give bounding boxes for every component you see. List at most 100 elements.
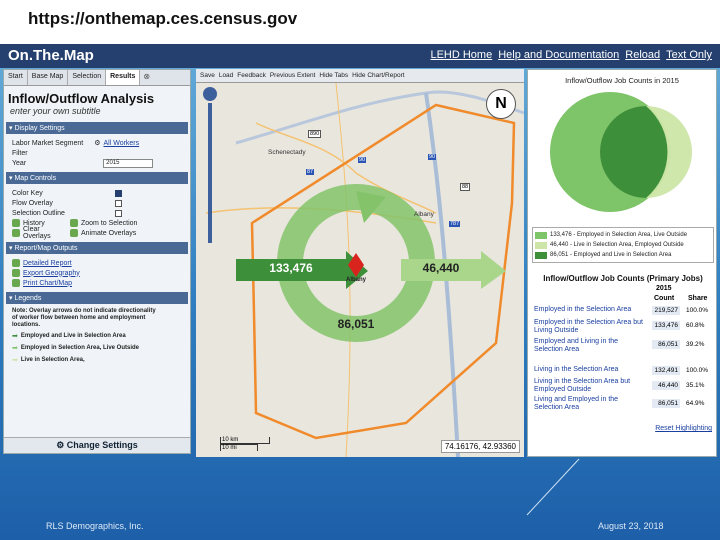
legends-body: Note: Overlay arrows do not indicate dir…: [4, 306, 190, 367]
table-row-label[interactable]: Living in the Selection Area: [534, 366, 644, 374]
inflow-label: 133,476: [269, 261, 313, 275]
table-row-label[interactable]: Employed and Living in the Selection Are…: [534, 338, 644, 354]
report-outputs-label: Report/Map Outputs: [14, 245, 78, 252]
clear-overlays-button[interactable]: Clear Overlays: [23, 226, 67, 240]
arrow-right-icon: ➡: [12, 357, 18, 364]
print-chart-link[interactable]: Print Chart/Map: [23, 280, 72, 287]
detailed-report-link[interactable]: Detailed Report: [23, 260, 72, 267]
zoom-slider[interactable]: [201, 87, 219, 245]
clear-icon: [12, 229, 20, 237]
map-controls-label: Map Controls: [14, 175, 57, 182]
road-shield: 87: [306, 169, 315, 175]
color-key-swatch[interactable]: [115, 189, 122, 197]
tab-start[interactable]: Start: [4, 70, 28, 85]
lehd-home-link[interactable]: LEHD Home: [430, 49, 492, 61]
decorative-line: [526, 458, 580, 516]
display-settings-header[interactable]: ▾ Display Settings: [6, 122, 188, 134]
table-row-count: 132,491: [652, 366, 680, 375]
filter-label: Filter: [12, 149, 28, 157]
url-banner: https://onthemap.ces.census.gov: [0, 0, 720, 44]
previous-extent-button[interactable]: Previous Extent: [270, 72, 316, 79]
display-settings-body: Labor Market Segment ⚙ All Workers Filte…: [4, 136, 190, 170]
footer-date: August 23, 2018: [598, 521, 664, 531]
color-key-label: Color Key: [12, 189, 43, 197]
reset-highlighting-link[interactable]: Reset Highlighting: [655, 425, 712, 432]
header-links: LEHD Home Help and Documentation Reload …: [430, 49, 712, 61]
tab-selection[interactable]: Selection: [68, 70, 107, 85]
zoom-slider-track[interactable]: [208, 103, 212, 243]
legend-item-3: Live in Selection Area,: [20, 357, 85, 363]
year-select[interactable]: 2015: [103, 158, 154, 168]
table-row-share: 39.2%: [686, 341, 705, 348]
change-settings-button[interactable]: ⚙ Change Settings: [4, 437, 190, 453]
export-icon: [12, 269, 20, 277]
print-icon: [12, 279, 20, 287]
report-outputs-header[interactable]: ▾ Report/Map Outputs: [6, 242, 188, 254]
export-geography-link[interactable]: Export Geography: [23, 270, 80, 277]
road-shield: 890: [308, 130, 322, 138]
venn-diagram: [550, 92, 692, 212]
help-link[interactable]: Help and Documentation: [498, 49, 619, 61]
table-row-label[interactable]: Employed in the Selection Area but Livin…: [534, 319, 644, 335]
tab-results[interactable]: Results: [106, 70, 141, 85]
save-button[interactable]: Save: [200, 72, 215, 79]
table-row-count: 86,051: [652, 399, 680, 408]
load-button[interactable]: Load: [219, 72, 233, 79]
table-row-share: 100.0%: [686, 307, 709, 314]
close-icon[interactable]: ⊗: [140, 70, 153, 85]
zoom-to-selection-button[interactable]: Zoom to Selection: [81, 220, 137, 227]
table-row-label[interactable]: Employed in the Selection Area: [534, 306, 644, 314]
year-label: Year: [12, 159, 27, 167]
right-panel: Inflow/Outflow Job Counts in 2015 133,47…: [527, 69, 717, 457]
table-row-label[interactable]: Living in the Selection Area but Employe…: [534, 378, 644, 394]
map-canvas[interactable]: N Schenectady Albany 890 87 90 90 787 88…: [196, 83, 524, 457]
animate-icon: [70, 229, 78, 237]
gear-icon[interactable]: ⚙: [94, 139, 100, 147]
legend-swatch: [535, 251, 547, 259]
scale-bar: 10 km 10 mi: [220, 437, 270, 451]
reload-link[interactable]: Reload: [625, 49, 660, 61]
arrow-right-icon: ➡: [12, 333, 18, 340]
feedback-button[interactable]: Feedback: [237, 72, 266, 79]
map-controls-body: Color Key Flow Overlay Selection Outline…: [4, 186, 190, 240]
legend-item-1: Employed and Live in Selection Area: [20, 333, 126, 339]
text-only-link[interactable]: Text Only: [666, 49, 712, 61]
selection-outline-checkbox[interactable]: [115, 209, 122, 217]
report-icon: [12, 259, 20, 267]
report-outputs-body: Detailed Report Export Geography Print C…: [4, 256, 190, 290]
tab-base-map[interactable]: Base Map: [28, 70, 69, 85]
col-share: Share: [688, 295, 708, 302]
map-controls-header[interactable]: ▾ Map Controls: [6, 172, 188, 184]
app-logo: On.The.Map: [8, 47, 94, 64]
history-icon: [12, 219, 20, 227]
animate-overlays-button[interactable]: Animate Overlays: [81, 230, 136, 237]
analysis-subtitle[interactable]: enter your own subtitle: [4, 106, 190, 120]
zoom-icon: [70, 219, 78, 227]
hide-chart-button[interactable]: Hide Chart/Report: [352, 72, 404, 79]
tab-row: Start Base Map Selection Results ⊗: [4, 70, 190, 86]
flow-overlay-checkbox[interactable]: [115, 199, 122, 207]
legends-header[interactable]: ▾ Legends: [6, 292, 188, 304]
legend-label: 133,476 - Employed in Selection Area, Li…: [550, 232, 688, 238]
segment-value-link[interactable]: All Workers: [103, 140, 139, 147]
hide-tabs-button[interactable]: Hide Tabs: [319, 72, 348, 79]
arrow-right-icon: ➡: [12, 345, 18, 352]
legend-label: 86,051 - Employed and Live in Selection …: [550, 252, 672, 258]
flow-overlay-label: Flow Overlay: [12, 199, 53, 207]
legend-item-2: Employed in Selection Area, Live Outside: [20, 345, 140, 351]
road-shield: 90: [428, 154, 437, 160]
table-row-count: 219,527: [652, 306, 680, 315]
legend-label: 46,440 - Live in Selection Area, Employe…: [550, 242, 684, 248]
road-shield: 88: [460, 183, 471, 191]
analysis-title: Inflow/Outflow Analysis: [8, 91, 155, 106]
pan-control-icon[interactable]: [203, 87, 217, 101]
place-label: Schenectady: [268, 149, 306, 156]
col-count: Count: [654, 295, 675, 302]
table-row-label[interactable]: Living and Employed in the Selection Are…: [534, 396, 644, 412]
change-settings-label: Change Settings: [66, 440, 138, 450]
legends-label: Legends: [14, 295, 42, 302]
table-title: Inflow/Outflow Job Counts (Primary Jobs): [543, 274, 703, 283]
scale-km: 10 km: [220, 437, 270, 444]
map-toolbar: Save Load Feedback Previous Extent Hide …: [196, 69, 524, 83]
legend-swatch: [535, 231, 547, 239]
